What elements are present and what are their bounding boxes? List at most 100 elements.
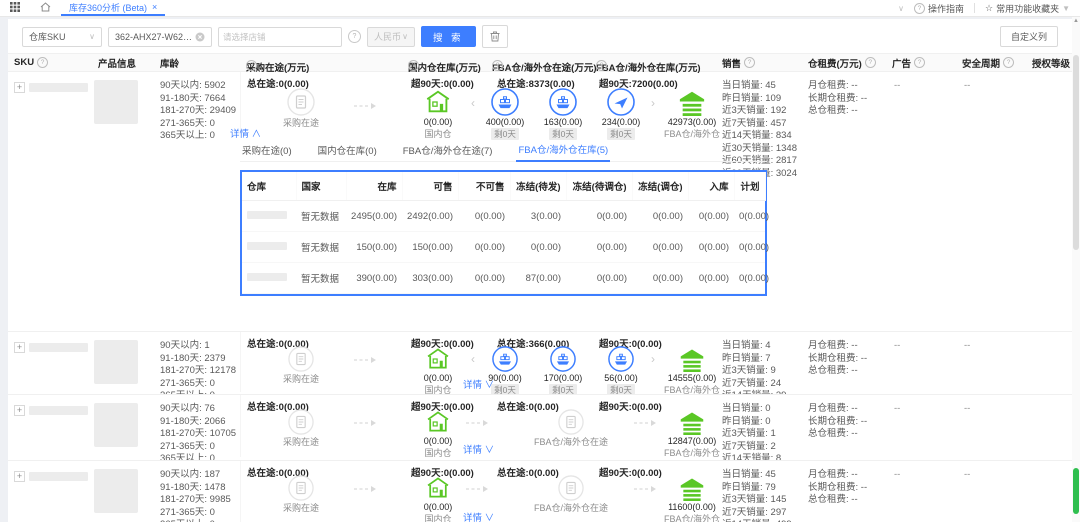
domestic-warehouse-icon — [425, 346, 451, 372]
dt-col-country: 国家 — [296, 172, 346, 201]
flow-arrow-icon — [353, 419, 377, 430]
flow-arrow-icon — [633, 485, 657, 496]
tab-domestic-stock[interactable]: 国内仓在库(0) — [316, 140, 379, 161]
help-icon[interactable]: ? — [348, 30, 361, 43]
chevron-down-icon: ∨ — [485, 380, 495, 391]
ad-cell: -- — [886, 461, 956, 480]
dt-col-warehouse: 仓库 — [242, 172, 296, 201]
chevron-left-icon[interactable]: ‹ — [471, 96, 475, 110]
info-icon[interactable]: ? — [37, 57, 48, 68]
flow-arrow-icon — [465, 419, 489, 430]
tab-fba-stock[interactable]: FBA仓/海外仓在库(5) — [516, 140, 610, 162]
vertical-scrollbar[interactable]: ▲ — [1072, 17, 1080, 522]
chevron-right-icon[interactable]: › — [651, 96, 655, 110]
detail-toggle-link[interactable]: 详情 ∨ — [463, 442, 494, 456]
scrollbar-thumb[interactable] — [1073, 55, 1079, 250]
fba-transit-node: FBA仓/海外仓在途 — [516, 475, 626, 514]
product-cell — [92, 332, 154, 384]
app-grid-icon[interactable] — [10, 2, 20, 14]
delete-button[interactable] — [482, 25, 508, 48]
detail-toggle-link[interactable]: 详情 ∧ — [230, 126, 261, 140]
domestic-warehouse-node: 0(0.00) 国内仓 — [406, 475, 470, 522]
fba-transit-disabled-icon — [558, 475, 584, 501]
expand-row-button[interactable]: + — [14, 342, 25, 353]
currency-select[interactable]: 人民币 ∨ — [367, 27, 415, 47]
top-bar: 库存360分析 (Beta) × ∨ ? 操作指南 ☆ 常用功能收藏夹 ▼ — [0, 0, 1080, 17]
safety-cell: -- — [956, 461, 1026, 480]
fba-warehouse-icon — [677, 88, 707, 116]
safety-cell: -- — [956, 332, 1026, 351]
detail-toggle-link[interactable]: 详情 ∨ — [463, 510, 494, 522]
scrollbar-green-thumb[interactable] — [1073, 468, 1079, 514]
chevron-up-icon: ∧ — [252, 129, 262, 140]
info-icon[interactable]: ? — [744, 57, 755, 68]
sku-cell: + — [8, 332, 92, 353]
detail-table-row: 暂无数据2495(0.00)2492(0.00)0(0.00)3(0.00)0(… — [242, 201, 765, 232]
table-header: SKU? 产品信息 库龄 采购在途(万元)? 国内仓在库(万元)? FBA仓/海… — [8, 53, 1072, 72]
guide-link[interactable]: ? 操作指南 — [914, 2, 964, 15]
redacted-warehouse-name — [247, 211, 287, 219]
sales-cell: 当日销量: 45昨日销量: 79近3天销量: 145近7天销量: 297近14天… — [716, 461, 802, 522]
tab-label: 库存360分析 (Beta) — [69, 1, 147, 14]
info-icon[interactable]: ? — [914, 57, 925, 68]
redacted-warehouse-name — [247, 273, 287, 281]
air-freight-icon — [607, 88, 635, 116]
purchase-transit-node: 采购在途 — [269, 88, 333, 129]
sales-cell: 当日销量: 4昨日销量: 7近3天销量: 9近7天销量: 24近14天销量: 3… — [716, 332, 802, 395]
sku-search-input[interactable]: 362-AHX27-W62XG 361-AGX — [108, 27, 212, 47]
search-button[interactable]: 搜 索 — [421, 26, 476, 47]
rent-cell: 月仓租费: --长期仓租费: --总仓租费: -- — [802, 395, 886, 441]
currency-value: 人民币 — [374, 30, 401, 43]
purchase-transit-node: 采购在途 — [269, 475, 333, 514]
fba-stock-node: 42973(0.00) FBA仓/海外仓 — [659, 88, 725, 140]
days-left-badge: 剩0天 — [549, 128, 577, 140]
inventory-tabs: 采购在途(0) 国内仓在库(0) FBA仓/海外仓在途(7) FBA仓/海外仓在… — [240, 140, 767, 162]
tab-close-icon[interactable]: × — [152, 2, 157, 12]
fba-transit-shipment: 400(0.00) 剩0天 — [477, 88, 533, 140]
rent-cell: 月仓租费: --长期仓租费: --总仓租费: -- — [802, 332, 886, 378]
chevron-right-icon[interactable]: › — [651, 352, 655, 366]
caret-down-icon: ▼ — [1062, 4, 1070, 13]
detail-toggle-link[interactable]: 详情 ∨ — [463, 377, 494, 391]
info-icon[interactable]: ? — [246, 60, 257, 71]
filter-bar: 仓库SKU ∨ 362-AHX27-W62XG 361-AGX ? 人民币 ∨ … — [8, 19, 1072, 53]
product-image — [94, 80, 138, 124]
question-circle-icon: ? — [914, 3, 925, 14]
flow-arrow-icon — [633, 419, 657, 430]
product-image — [94, 469, 138, 513]
flow-arrow-icon — [353, 356, 377, 367]
sku-search-value: 362-AHX27-W62XG 361-AGX — [115, 32, 195, 42]
days-left-badge: 剩0天 — [549, 384, 577, 395]
safety-cell: -- — [956, 395, 1026, 414]
scroll-up-icon[interactable]: ▲ — [1072, 17, 1080, 25]
star-icon: ☆ — [985, 3, 993, 14]
table-row: + 90天以内: 191-180天: 2379181-270天: 1217827… — [8, 332, 1072, 395]
chevron-left-icon[interactable]: ‹ — [471, 352, 475, 366]
expand-row-button[interactable]: + — [14, 471, 25, 482]
fba-transit-node: FBA仓/海外仓在途 — [516, 409, 626, 448]
info-icon[interactable]: ? — [1003, 57, 1014, 68]
info-icon[interactable]: ? — [408, 60, 419, 71]
info-icon[interactable]: ? — [492, 60, 503, 71]
search-type-select[interactable]: 仓库SKU ∨ — [22, 27, 102, 47]
tab-fba-transit[interactable]: FBA仓/海外仓在途(7) — [401, 140, 495, 161]
ad-cell: -- — [886, 72, 956, 91]
purchase-transit-node: 采购在途 — [269, 409, 333, 448]
info-icon[interactable]: ? — [596, 60, 607, 71]
favorites-label: 常用功能收藏夹 — [996, 2, 1059, 15]
customize-columns-button[interactable]: 自定义列 — [1000, 26, 1058, 47]
expand-row-button[interactable]: + — [14, 82, 25, 93]
clear-icon[interactable] — [195, 32, 205, 42]
age-cell: 90天以内: 18791-180天: 1478181-270天: 9985271… — [154, 461, 240, 522]
collapse-chevron-icon[interactable]: ∨ — [898, 4, 904, 13]
fba-warehouse-icon — [678, 409, 706, 435]
home-icon[interactable] — [40, 2, 51, 14]
expand-row-button[interactable]: + — [14, 405, 25, 416]
favorites-menu[interactable]: ☆ 常用功能收藏夹 ▼ — [985, 2, 1070, 15]
info-icon[interactable]: ? — [865, 57, 876, 68]
tab-inventory-360[interactable]: 库存360分析 (Beta) × — [61, 0, 165, 16]
store-select-input[interactable] — [218, 27, 342, 47]
age-cell: 90天以内: 191-180天: 2379181-270天: 12178271-… — [154, 332, 240, 395]
ad-cell: -- — [886, 395, 956, 414]
tab-purchase-transit[interactable]: 采购在途(0) — [240, 140, 294, 161]
